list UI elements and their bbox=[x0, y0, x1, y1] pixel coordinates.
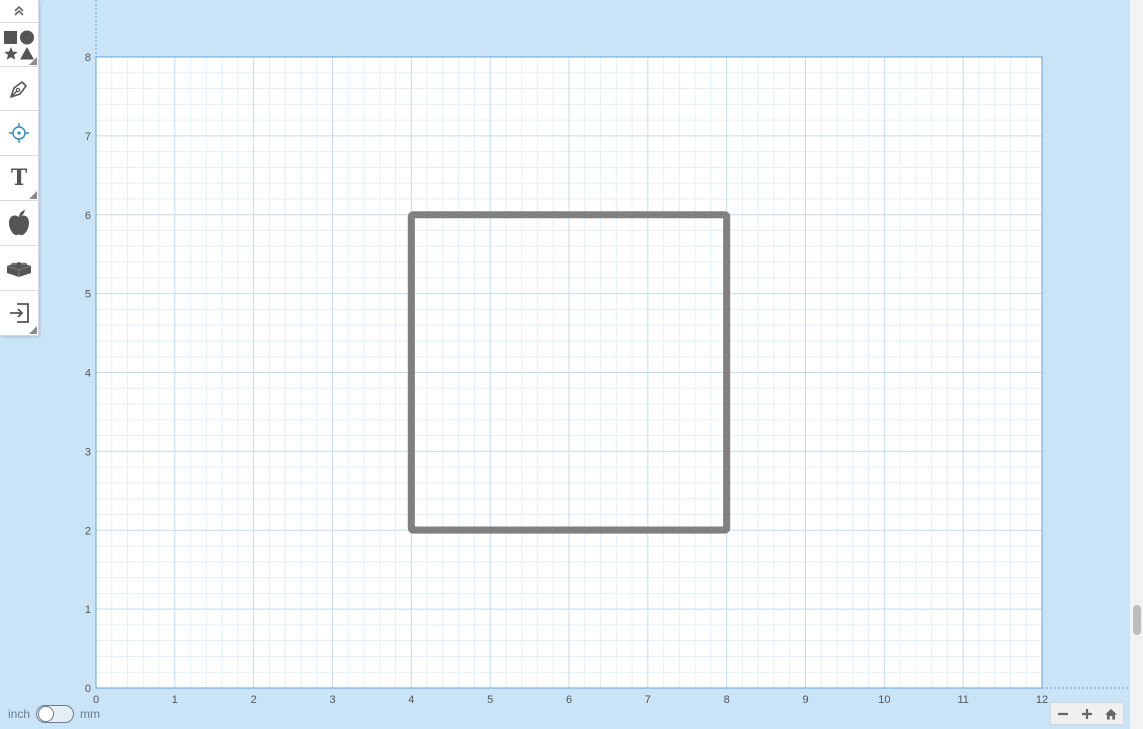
y-tick-label: 3 bbox=[85, 446, 91, 458]
shapes-icon bbox=[4, 30, 34, 60]
x-tick-label: 11 bbox=[957, 694, 968, 706]
y-tick-label: 0 bbox=[85, 683, 91, 695]
zoom-out-button[interactable] bbox=[1051, 703, 1075, 724]
y-tick-label: 1 bbox=[85, 604, 91, 616]
x-axis-ticks: 0 1 2 3 4 5 6 7 8 9 10 11 12 bbox=[93, 694, 1048, 706]
y-tick-label: 6 bbox=[85, 210, 91, 222]
left-toolbar: T bbox=[0, 0, 39, 336]
submenu-indicator bbox=[29, 191, 37, 199]
plus-icon bbox=[1082, 708, 1092, 719]
import-icon bbox=[10, 303, 29, 323]
x-tick-label: 10 bbox=[878, 694, 890, 706]
y-tick-label: 4 bbox=[85, 368, 91, 380]
apple-icon bbox=[9, 210, 29, 236]
x-tick-label: 12 bbox=[1036, 694, 1048, 706]
unit-toggle-switch[interactable] bbox=[36, 705, 75, 723]
x-tick-label: 1 bbox=[172, 694, 178, 706]
basic-shapes-tool[interactable] bbox=[0, 22, 38, 66]
unit-label-mm: mm bbox=[80, 707, 101, 721]
unit-label-inch: inch bbox=[8, 707, 31, 721]
workspace[interactable]: 0 1 2 3 4 5 6 7 8 9 10 11 12 012345678 bbox=[0, 0, 1130, 729]
x-tick-label: 9 bbox=[802, 694, 808, 706]
scrollbar-thumb[interactable] bbox=[1133, 605, 1141, 635]
submenu-indicator bbox=[29, 57, 37, 65]
pen-tool[interactable] bbox=[0, 66, 38, 110]
zoom-in-button[interactable] bbox=[1075, 703, 1099, 724]
double-chevron-up-icon bbox=[14, 5, 24, 16]
zoom-controls bbox=[1050, 702, 1124, 725]
import-tool[interactable] bbox=[0, 290, 38, 335]
minus-icon bbox=[1058, 712, 1068, 715]
toggle-knob bbox=[38, 706, 55, 722]
x-tick-label: 7 bbox=[645, 694, 651, 706]
point-tool[interactable] bbox=[0, 110, 38, 155]
y-tick-label: 5 bbox=[85, 289, 91, 301]
text-tool[interactable]: T bbox=[0, 155, 38, 200]
x-tick-label: 4 bbox=[408, 694, 414, 706]
y-tick-label: 2 bbox=[85, 525, 91, 537]
vertical-scrollbar[interactable] bbox=[1130, 0, 1143, 729]
x-tick-label: 5 bbox=[487, 694, 493, 706]
home-icon bbox=[1105, 708, 1117, 719]
pen-nib-icon bbox=[10, 80, 27, 98]
text-t-icon: T bbox=[10, 165, 28, 191]
x-tick-label: 2 bbox=[251, 694, 257, 706]
brick-library-tool[interactable] bbox=[0, 245, 38, 290]
x-tick-label: 8 bbox=[724, 694, 730, 706]
target-icon bbox=[9, 123, 29, 143]
y-axis-ticks: 0 1 2 3 4 5 6 7 8 bbox=[85, 52, 91, 695]
x-tick-label: 3 bbox=[329, 694, 335, 706]
home-button[interactable] bbox=[1099, 703, 1123, 724]
unit-toggle: inch mm bbox=[8, 705, 100, 723]
brick-icon bbox=[6, 262, 32, 277]
x-tick-label: 6 bbox=[566, 694, 572, 706]
collapse-toolbar-button[interactable] bbox=[0, 0, 38, 22]
design-canvas[interactable]: 0 1 2 3 4 5 6 7 8 9 10 11 12 012345678 bbox=[0, 0, 1130, 729]
icons-library-tool[interactable] bbox=[0, 200, 38, 245]
y-tick-label: 8 bbox=[85, 52, 91, 64]
submenu-indicator bbox=[29, 326, 37, 334]
y-tick-label: 7 bbox=[85, 131, 91, 143]
